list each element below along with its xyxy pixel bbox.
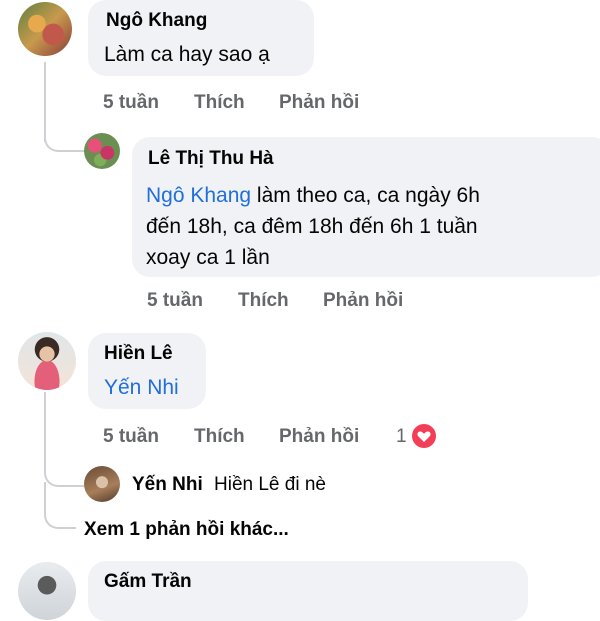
comment-author[interactable]: Gấm Trần — [104, 571, 192, 593]
reply-button[interactable]: Phản hồi — [323, 290, 403, 312]
comment-text-line: làm theo ca, ca ngày 6h — [251, 184, 480, 207]
reply-button[interactable]: Phản hồi — [279, 92, 359, 114]
avatar[interactable] — [84, 133, 120, 169]
heart-icon[interactable] — [410, 422, 438, 450]
comment-text: Làm ca hay sao ạ — [104, 43, 270, 66]
like-button[interactable]: Thích — [194, 92, 245, 114]
like-button[interactable]: Thích — [194, 426, 245, 448]
like-button[interactable]: Thích — [238, 290, 289, 312]
avatar[interactable] — [18, 332, 76, 390]
reply-author[interactable]: Yến Nhi — [132, 474, 203, 496]
reply-text: Hiền Lê đi nè — [214, 474, 326, 495]
comment-text-line: đến 18h, ca đêm 18h đến 6h 1 tuần — [146, 215, 478, 238]
comment-text: Ngô Khang làm theo ca, ca ngày 6h đến 18… — [146, 180, 480, 273]
comment-author[interactable]: Lê Thị Thu Hà — [148, 148, 274, 170]
comment-time[interactable]: 5 tuần — [147, 290, 203, 312]
mention-link[interactable]: Yến Nhi — [104, 376, 179, 400]
mention-link[interactable]: Ngô Khang — [146, 184, 251, 207]
comment-time[interactable]: 5 tuần — [103, 92, 159, 114]
thread-elbow-3 — [44, 482, 76, 529]
thread-elbow-1 — [44, 128, 84, 152]
view-more-replies-link[interactable]: Xem 1 phản hồi khác... — [84, 519, 289, 541]
avatar[interactable] — [18, 562, 76, 620]
comment-author[interactable]: Hiền Lê — [104, 343, 173, 365]
reply-button[interactable]: Phản hồi — [279, 426, 359, 448]
comment-time[interactable]: 5 tuần — [103, 426, 159, 448]
reaction-count[interactable]: 1 — [396, 426, 407, 448]
avatar[interactable] — [84, 466, 120, 502]
avatar[interactable] — [18, 2, 72, 56]
comment-author[interactable]: Ngô Khang — [106, 10, 207, 32]
comment-text-line: xoay ca 1 lần — [146, 246, 270, 269]
